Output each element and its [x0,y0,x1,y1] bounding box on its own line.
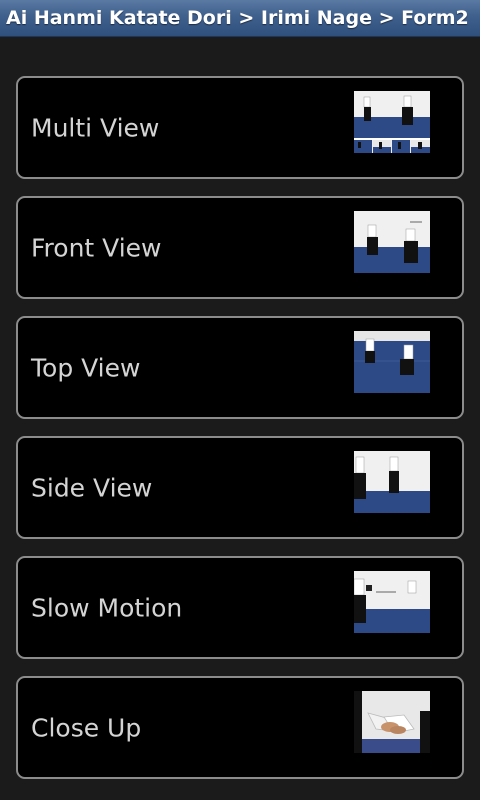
multi-view-thumbnail [354,91,430,153]
list-item-label: Side View [31,473,153,502]
list-item-front-view[interactable]: Front View [16,196,464,299]
list-item-top-view[interactable]: Top View [16,316,464,419]
list-item-label: Multi View [31,113,160,142]
top-view-thumbnail [354,331,430,393]
slow-motion-thumbnail [354,571,430,633]
page-title: Ai Hanmi Katate Dori > Irimi Nage > Form… [6,7,469,29]
list-item-label: Front View [31,233,162,262]
view-list: Multi View Front View Top View Side View… [0,37,480,800]
list-item-label: Close Up [31,713,142,742]
front-view-thumbnail [354,211,430,273]
title-bar: Ai Hanmi Katate Dori > Irimi Nage > Form… [0,0,480,37]
list-item-slow-motion[interactable]: Slow Motion [16,556,464,659]
close-up-thumbnail [354,691,430,753]
side-view-thumbnail [354,451,430,513]
list-item-multi-view[interactable]: Multi View [16,76,464,179]
list-item-label: Slow Motion [31,593,183,622]
list-item-label: Top View [31,353,141,382]
list-item-side-view[interactable]: Side View [16,436,464,539]
list-item-close-up[interactable]: Close Up [16,676,464,779]
